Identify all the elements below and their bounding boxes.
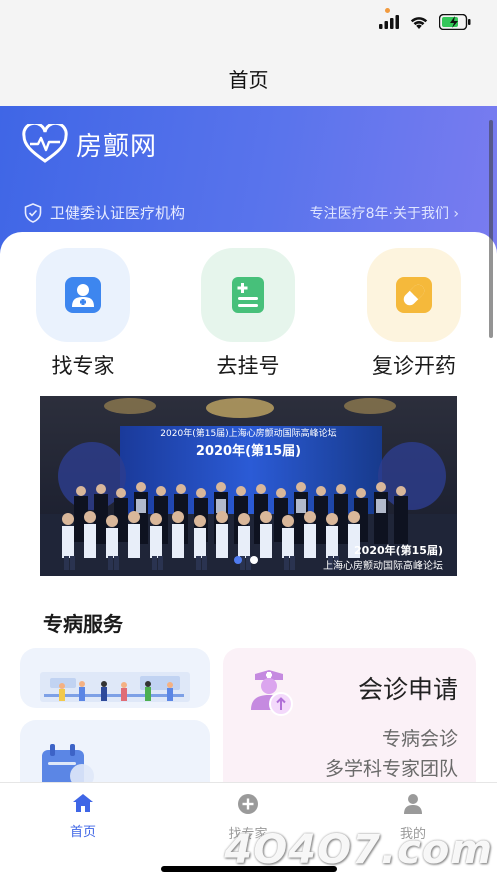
consult-subtitle-2: 多学科专家团队 [324,758,458,780]
app-screen: 首页 房颤网 卫健委认证医疗机构 专注医疗8年·关于我们 › 找专家 去挂号 复… [0,0,497,883]
scrollbar[interactable] [489,120,493,338]
status-bar [0,0,497,50]
register-icon [232,277,264,313]
banner-corner-line1: 2020年(第15届) [354,544,443,557]
banner-heading: 2020年(第15届)上海心房颤动国际高峰论坛 [160,429,337,439]
about-us-link[interactable]: 专注医疗8年·关于我们 › [310,203,459,223]
home-icon [73,794,93,812]
event-banner-carousel[interactable]: 2020年(第15届)上海心房颤动国际高峰论坛 2020年(第15届) 2020… [40,396,457,576]
certification-badge: 卫健委认证医疗机构 [24,202,185,223]
quick-action-find-expert[interactable]: 找专家 [28,248,138,380]
heart-pulse-icon [22,124,68,163]
quick-action-label: 去挂号 [216,354,280,378]
user-icon [404,794,422,814]
navigation-bar: 首页 [0,50,497,106]
plus-circle-icon [238,794,258,814]
tab-home[interactable]: 首页 [33,793,133,840]
quick-action-icon-bg [201,248,295,342]
nurse-icon [251,670,293,716]
battery-charging-icon [439,14,471,30]
shield-check-icon [24,202,42,223]
wifi-icon [410,16,428,29]
brand-logo: 房颤网 [22,124,157,164]
banner-stage-text: 2020年(第15届) [195,444,302,459]
privacy-indicator-dot [385,8,390,13]
service-card-consult[interactable]: 会诊申请 专病会诊 多学科专家团队 [223,648,476,798]
banner-corner-line2: 上海心房颤动国际高峰论坛 [323,561,443,572]
carousel-dot[interactable] [250,556,258,564]
section-title: 专病服务 [43,612,123,636]
carousel-dots [234,556,258,564]
service-card-clinic[interactable] [20,648,210,708]
main-content: 找专家 去挂号 复诊开药 2020年(第15届)上海心房颤动国际高峰论坛 202… [0,232,497,800]
carousel-dot-active[interactable] [234,556,242,564]
quick-action-label: 找专家 [51,354,115,378]
quick-action-register[interactable]: 去挂号 [193,248,303,380]
home-indicator[interactable] [161,866,337,872]
signal-icon [379,15,399,29]
quick-action-icon-bg [36,248,130,342]
page-title: 首页 [228,67,269,92]
consult-title: 会诊申请 [357,675,458,704]
quick-action-refill[interactable]: 复诊开药 [359,248,469,380]
doctor-icon [65,277,101,313]
brand-name: 房颤网 [76,131,158,162]
certification-text: 卫健委认证医疗机构 [50,204,186,222]
quick-action-icon-bg [367,248,461,342]
pill-icon [396,277,432,313]
consult-subtitle-1: 专病会诊 [381,728,458,750]
hospital-lobby-illustration [40,672,190,702]
tab-label: 首页 [69,825,96,840]
quick-action-label: 复诊开药 [372,354,456,378]
